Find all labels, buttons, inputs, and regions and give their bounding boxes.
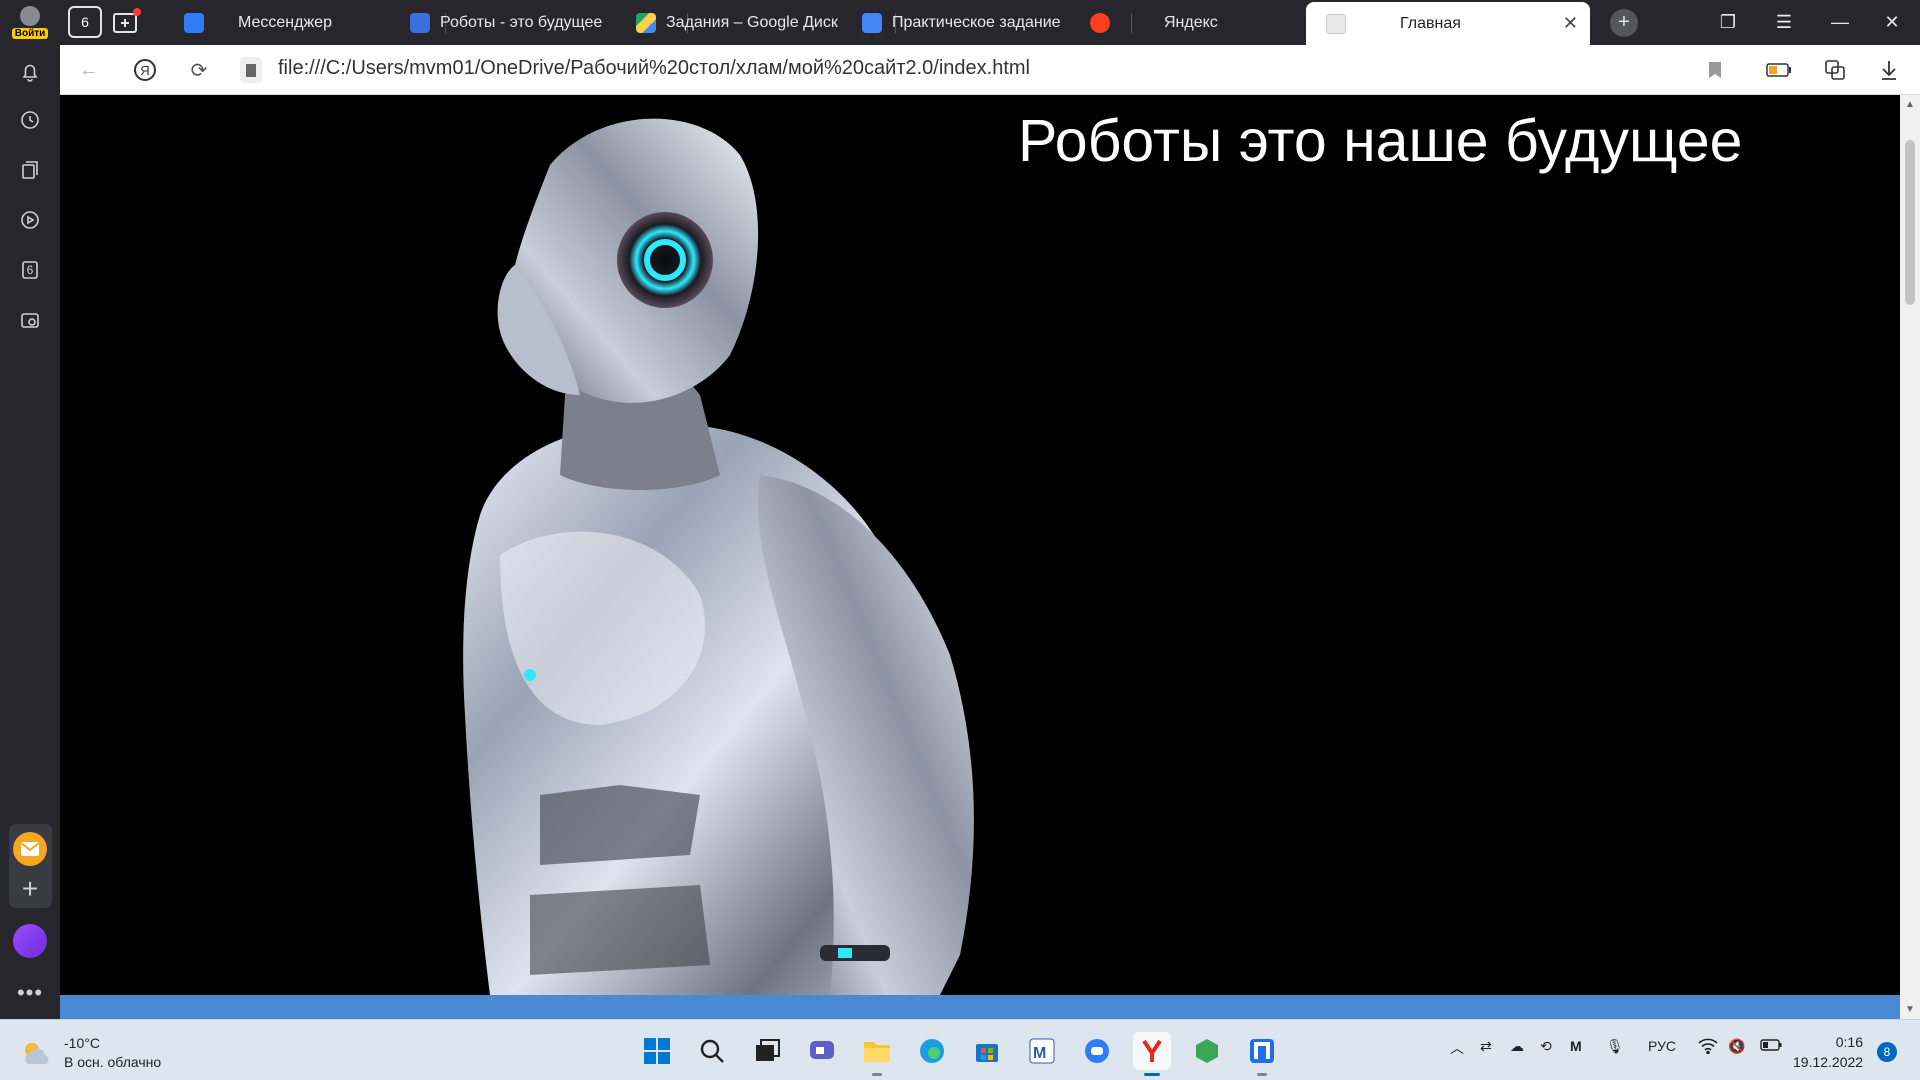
- browser-sidebar: Войти 6 + •••: [0, 0, 60, 1019]
- tray-sliders-icon[interactable]: ⇄: [1480, 1038, 1492, 1055]
- login-label: Войти: [11, 28, 49, 39]
- google-docs-icon: [862, 12, 882, 33]
- running-indicator: [1257, 1073, 1267, 1076]
- tray-miro-icon[interactable]: M: [1570, 1038, 1582, 1054]
- back-icon[interactable]: ←: [74, 55, 104, 85]
- tab-strip: 6 Мессенджер Роботы - это будущее Задани…: [60, 0, 1920, 45]
- tab-yandex[interactable]: Яндекс: [1090, 4, 1340, 41]
- running-indicator: [872, 1073, 882, 1076]
- battery-icon[interactable]: [1760, 1038, 1782, 1054]
- yandex-mail-icon[interactable]: [13, 832, 47, 866]
- screenshot-icon[interactable]: [14, 304, 46, 336]
- tab-title: Мессенджер: [238, 13, 332, 31]
- file-icon: [1326, 13, 1346, 34]
- notifications-badge[interactable]: 8: [1877, 1042, 1897, 1062]
- add-app-icon[interactable]: +: [13, 872, 47, 906]
- edge-icon[interactable]: [913, 1032, 951, 1070]
- tab-home-active[interactable]: Главная ✕: [1306, 2, 1590, 45]
- language-indicator[interactable]: РУС: [1648, 1038, 1676, 1054]
- weather-temp: -10°C: [64, 1035, 100, 1051]
- tab-switcher-icon[interactable]: ❐: [1700, 0, 1756, 45]
- plus-icon: +: [1610, 8, 1638, 37]
- messenger-app-icon[interactable]: [1078, 1032, 1116, 1070]
- robot-hero-image: [463, 118, 974, 995]
- windows-taskbar: -10°C В осн. облачно M ︿ ⇄ ☁ ⟲ M 🎙 РУС 🔇…: [0, 1019, 1920, 1080]
- reload-icon[interactable]: ⟳: [184, 55, 214, 85]
- bell-icon[interactable]: [14, 56, 46, 88]
- address-input[interactable]: file:///C:/Users/mvm01/OneDrive/Рабочий%…: [278, 57, 1030, 80]
- wifi-icon[interactable]: [1698, 1038, 1718, 1057]
- tab-title: Главная: [1400, 14, 1461, 32]
- pencil-p-app-icon[interactable]: [1243, 1032, 1281, 1076]
- tabs-counter-label: 6: [26, 263, 34, 277]
- clock-time: 0:16: [1835, 1034, 1863, 1050]
- pencil-p-icon: [410, 12, 430, 33]
- tabs-counter-icon[interactable]: 6: [14, 254, 46, 286]
- alice-assistant-icon[interactable]: [13, 924, 47, 958]
- taskbar-clock[interactable]: 0:16 19.12.2022: [1793, 1032, 1863, 1072]
- avatar-icon: [20, 6, 40, 26]
- close-window-button[interactable]: ✕: [1864, 0, 1920, 45]
- miro-icon[interactable]: M: [1023, 1032, 1061, 1070]
- running-indicator: [1144, 1073, 1160, 1076]
- new-tab-group-icon[interactable]: [110, 6, 144, 38]
- bookmark-icon[interactable]: [1700, 55, 1730, 85]
- volume-muted-icon[interactable]: 🔇: [1728, 1038, 1745, 1055]
- tab-title: Яндекс: [1164, 13, 1218, 31]
- yandex-browser-icon[interactable]: [1133, 1032, 1171, 1076]
- more-icon[interactable]: •••: [14, 980, 46, 1006]
- video-play-icon[interactable]: [14, 204, 46, 236]
- messenger-icon: [184, 12, 204, 33]
- file-protocol-icon: [236, 55, 266, 85]
- home-tabs-button[interactable]: 6: [68, 6, 102, 38]
- weather-widget[interactable]: -10°C В осн. облачно: [20, 1034, 161, 1072]
- google-drive-icon: [636, 12, 656, 33]
- svg-text:M: M: [1033, 1045, 1046, 1062]
- history-icon[interactable]: [14, 104, 46, 136]
- cloud-sun-icon: [20, 1040, 54, 1066]
- screen: Войти 6 + ••• 6 Мессенджер Роботы - это …: [0, 0, 1920, 1080]
- download-icon[interactable]: [1874, 55, 1904, 85]
- file-explorer-icon[interactable]: [858, 1032, 896, 1076]
- home-tab-count: 6: [81, 14, 89, 30]
- translate-icon[interactable]: [1820, 55, 1850, 85]
- collections-icon[interactable]: [14, 154, 46, 186]
- tray-onedrive-error-icon[interactable]: ☁: [1510, 1038, 1524, 1055]
- search-icon[interactable]: [693, 1032, 731, 1070]
- menu-icon[interactable]: ☰: [1756, 0, 1812, 45]
- tray-sync-icon[interactable]: ⟲: [1540, 1038, 1552, 1055]
- task-view-icon[interactable]: [748, 1032, 786, 1070]
- teams-chat-icon[interactable]: [803, 1032, 841, 1070]
- tab-title: Практическое задание: [892, 13, 1061, 31]
- scroll-up-icon[interactable]: ▲: [1900, 99, 1920, 110]
- show-hidden-icons[interactable]: ︿: [1450, 1038, 1464, 1058]
- scroll-down-icon[interactable]: ▼: [1900, 1004, 1920, 1015]
- tab-title: Роботы - это будущее: [440, 13, 603, 31]
- weather-desc: В осн. облачно: [64, 1054, 162, 1070]
- new-tab-button[interactable]: +: [1596, 0, 1652, 45]
- microphone-icon[interactable]: 🎙: [1606, 1038, 1624, 1055]
- close-tab-icon[interactable]: ✕: [1563, 13, 1578, 34]
- hexagon-app-icon[interactable]: [1188, 1032, 1226, 1070]
- scroll-thumb[interactable]: [1905, 140, 1915, 305]
- tab-messenger[interactable]: Мессенджер: [176, 4, 446, 41]
- page-footer-bar: [60, 995, 1900, 1019]
- page-heading: Роботы это наше будущее: [1018, 108, 1743, 174]
- minimize-icon[interactable]: —: [1812, 0, 1868, 45]
- microsoft-store-icon[interactable]: [968, 1032, 1006, 1070]
- start-button[interactable]: [638, 1032, 676, 1070]
- address-toolbar: ← Я ⟳ file:///C:/Users/mvm01/OneDrive/Ра…: [60, 45, 1920, 95]
- yandex-icon: [1090, 12, 1110, 33]
- login-button[interactable]: Войти: [8, 4, 52, 43]
- tab-google-drive[interactable]: Задания – Google Диск: [636, 4, 896, 41]
- yandex-button[interactable]: Я: [130, 55, 160, 85]
- clock-date: 19.12.2022: [1793, 1054, 1864, 1070]
- page-viewport: Роботы это наше будущее: [60, 95, 1900, 995]
- battery-saver-icon[interactable]: [1764, 55, 1794, 85]
- page-scrollbar[interactable]: ▲ ▼: [1900, 95, 1920, 1019]
- tab-title: Задания – Google Диск: [666, 13, 838, 31]
